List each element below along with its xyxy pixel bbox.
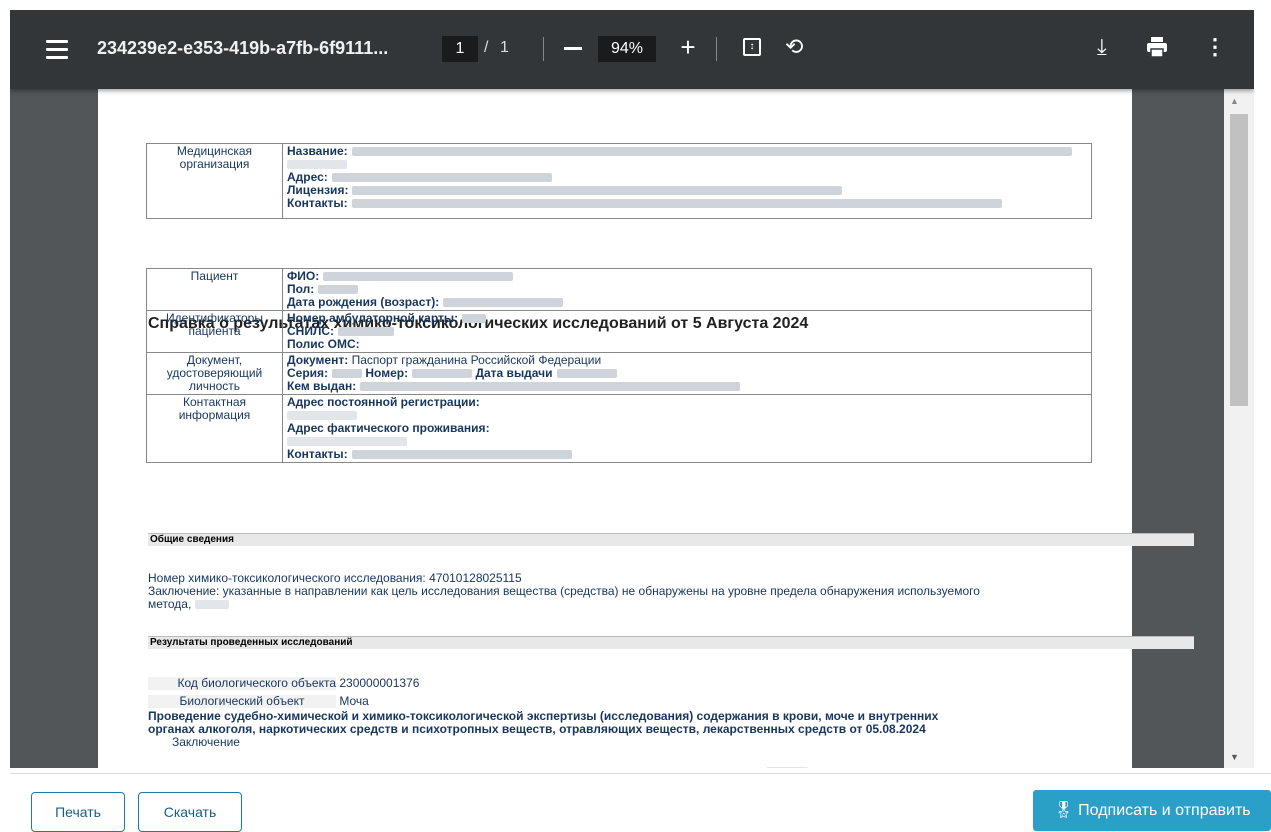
identifiers-details: Номер амбулаторной карты: СНИЛС: Полис О… <box>282 310 1092 353</box>
print-button[interactable]: Печать <box>31 792 125 832</box>
download-icon[interactable]: ⤓ <box>1097 34 1107 60</box>
redacted-block <box>352 186 843 196</box>
toolbar-divider <box>543 37 544 61</box>
bio-object-value: Моча <box>339 694 369 708</box>
actual-address-key: Адрес фактического проживания: <box>287 421 490 435</box>
scrollbar-thumb[interactable] <box>1230 114 1248 406</box>
snils-key: СНИЛС: <box>287 324 335 338</box>
document-value: Паспорт гражданина Российской Федерации <box>351 353 602 367</box>
document-label: Документ, удостоверяющий личность <box>146 352 283 395</box>
bio-object-label: Биологический объект <box>148 695 336 708</box>
document-details: Документ: Паспорт гражданина Российской … <box>282 352 1092 395</box>
oms-key: Полис ОМС: <box>287 337 360 351</box>
redacted-block <box>195 600 230 610</box>
redacted-block <box>331 173 552 183</box>
rotate-icon[interactable]: ⟲ <box>785 34 803 60</box>
certificate-icon: 🎖 <box>1053 802 1074 819</box>
redacted-block <box>556 369 617 379</box>
zoom-in-icon[interactable]: + <box>675 34 701 61</box>
redacted-block <box>332 369 363 379</box>
sex-key: Пол: <box>287 282 315 296</box>
bio-code-label: Код биологического объекта <box>148 677 336 690</box>
redacted-block <box>351 199 1002 209</box>
series-key: Серия: <box>287 366 329 380</box>
org-address-key: Адрес: <box>287 170 328 184</box>
conclusion-label: Заключение <box>172 735 240 749</box>
patient-details: ФИО: Пол: Дата рождения (возраст): <box>282 268 1092 311</box>
menu-icon[interactable] <box>46 40 68 59</box>
fit-page-icon[interactable]: ↕ <box>743 38 761 56</box>
pdf-viewer: 234239e2-e353-419b-a7fb-6f9111... 1 / 1 … <box>10 10 1254 768</box>
results-info: Код биологического объекта 230000001376 … <box>148 677 1128 749</box>
redacted-block <box>318 285 359 295</box>
redacted-block <box>287 411 357 421</box>
action-bar: Печать Скачать 🎖 Подписать и отправить <box>10 773 1271 832</box>
org-name-key: Название: <box>287 144 348 158</box>
sign-and-send-button[interactable]: 🎖 Подписать и отправить <box>1033 790 1271 831</box>
redacted-block <box>412 369 473 379</box>
general-section-header: Общие сведения <box>148 533 1194 546</box>
redacted-block <box>287 160 347 170</box>
viewer-toolbar: 234239e2-e353-419b-a7fb-6f9111... 1 / 1 … <box>10 10 1254 89</box>
more-icon[interactable]: ⋮ <box>1204 34 1226 60</box>
document-page: Медицинская организация Название: Адрес:… <box>98 89 1194 768</box>
redacted-block <box>287 437 407 447</box>
page-number-input[interactable]: 1 <box>442 36 478 62</box>
identifiers-label: Идентификаторы пациента <box>146 310 283 353</box>
general-info: Номер химико-токсикологического исследов… <box>148 572 1128 611</box>
sign-and-send-label: Подписать и отправить <box>1078 802 1251 819</box>
redacted-block <box>766 767 808 768</box>
redacted-block <box>443 298 564 308</box>
redacted-block <box>338 327 395 337</box>
results-section-header: Результаты проведенных исследований <box>148 636 1194 649</box>
patient-table-wrap: Пациент ФИО: Пол: Дата рождения (возраст… <box>146 268 1092 463</box>
organization-table-wrap: Медицинская организация Название: Адрес:… <box>146 143 1092 219</box>
zoom-level-input[interactable]: 94% <box>598 36 656 62</box>
org-details: Название: Адрес: Лицензия: Контакты: <box>282 143 1092 219</box>
patient-label: Пациент <box>146 268 283 311</box>
procedure-line-2: органах алкоголя, наркотических средств … <box>148 722 926 736</box>
contacts-key: Контакты: <box>287 447 348 461</box>
dob-key: Дата рождения (возраст): <box>287 295 440 309</box>
org-contacts-key: Контакты: <box>287 196 348 210</box>
redacted-block <box>360 382 741 392</box>
issued-by-key: Кем выдан: <box>287 379 357 393</box>
redacted-block <box>323 272 514 282</box>
download-button[interactable]: Скачать <box>138 792 242 832</box>
conclusion-text: Заключение: указанные в направлении как … <box>148 584 980 598</box>
document-key: Документ: <box>287 353 349 367</box>
bio-object-row: Биологический объект Моча <box>148 695 1128 708</box>
toolbar-divider <box>716 37 717 61</box>
scroll-down-icon[interactable]: ▼ <box>1230 752 1239 762</box>
org-license-key: Лицензия: <box>287 183 349 197</box>
conclusion-end-text: метода, <box>148 597 192 611</box>
fio-key: ФИО: <box>287 269 320 283</box>
redacted-block <box>351 147 1072 157</box>
card-number-key: Номер амбулаторной карты: <box>287 311 459 325</box>
contacts-details: Адрес постоянной регистрации: Адрес факт… <box>282 394 1092 463</box>
org-label: Медицинская организация <box>146 143 283 219</box>
redacted-block <box>462 314 487 324</box>
contacts-label: Контактная информация <box>146 394 283 463</box>
scroll-up-icon[interactable]: ▲ <box>1230 96 1239 106</box>
patient-table: Пациент ФИО: Пол: Дата рождения (возраст… <box>146 268 1092 463</box>
page-total: 1 <box>500 39 509 56</box>
redacted-block <box>351 450 572 460</box>
reg-address-key: Адрес постоянной регистрации: <box>287 395 480 409</box>
number-key: Номер: <box>365 366 409 380</box>
zoom-out-icon[interactable] <box>564 47 582 50</box>
organization-table: Медицинская организация Название: Адрес:… <box>146 143 1092 219</box>
document-title: 234239e2-e353-419b-a7fb-6f9111... <box>97 38 389 58</box>
page-separator: / <box>484 39 489 56</box>
conclusion-end: метода, <box>148 598 1128 611</box>
print-icon[interactable] <box>1146 36 1168 58</box>
bio-code-value: 230000001376 <box>339 676 420 690</box>
bio-code-row: Код биологического объекта 230000001376 <box>148 677 1128 690</box>
issue-date-key: Дата выдачи <box>475 366 553 380</box>
